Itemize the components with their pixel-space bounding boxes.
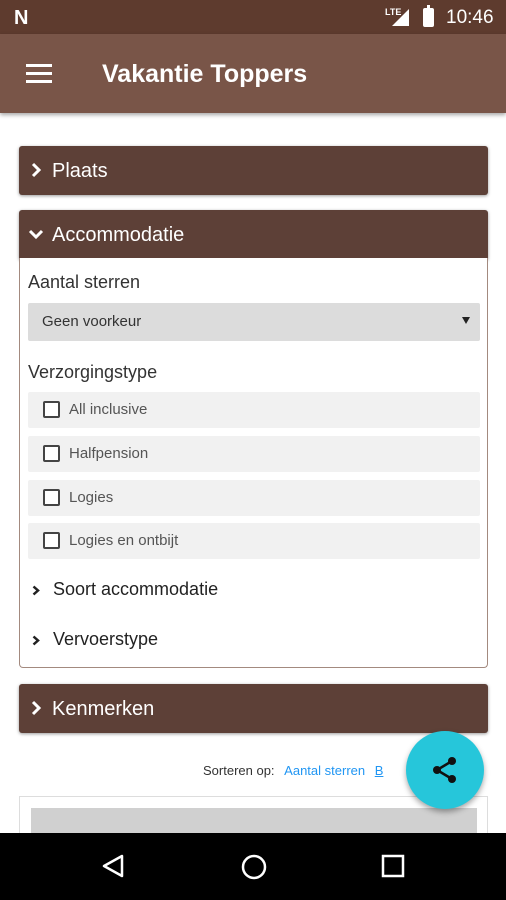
toggle-label: Vervoerstype xyxy=(53,629,159,649)
panel-header-accommodatie[interactable]: Accommodatie xyxy=(19,210,488,259)
panel-label: Accommodatie xyxy=(52,224,185,246)
checkbox-row-logies-en-ontbijt[interactable]: Logies en ontbijt xyxy=(28,523,480,559)
stars-select-value: Geen voorkeur xyxy=(42,313,142,330)
sort-label: Sorteren op: xyxy=(203,763,275,778)
app-bar: Vakantie Toppers xyxy=(0,34,506,113)
toggle-label: Soort accommodatie xyxy=(53,579,219,599)
panel-header-plaats[interactable]: Plaats xyxy=(19,146,488,195)
app-title: Vakantie Toppers xyxy=(102,60,308,88)
sort-option-b[interactable]: B xyxy=(375,763,384,778)
clock: 10:46 xyxy=(446,7,494,28)
checkbox-row-all-inclusive[interactable]: All inclusive xyxy=(28,392,480,428)
chevron-right-icon xyxy=(31,162,42,178)
status-bar: N LTE 10:46 xyxy=(0,0,506,34)
notification-n-icon: N xyxy=(14,7,29,29)
menu-icon[interactable] xyxy=(26,64,52,84)
sort-option-stars[interactable]: Aantal sterren xyxy=(284,763,365,778)
panel-header-kenmerken[interactable]: Kenmerken xyxy=(19,684,488,733)
chevron-right-icon xyxy=(32,585,40,596)
home-icon[interactable] xyxy=(240,853,268,881)
accommodatie-panel-body: Aantal sterren Geen voorkeur Verzorgings… xyxy=(19,258,488,668)
sort-row: Sorteren op: Aantal sterren B xyxy=(203,763,383,778)
checkbox-label: Logies xyxy=(69,489,114,506)
checkbox[interactable] xyxy=(43,401,60,418)
checkbox-label: Logies en ontbijt xyxy=(69,532,179,549)
system-nav-bar xyxy=(0,833,506,900)
checkbox[interactable] xyxy=(43,445,60,462)
board-label: Verzorgingstype xyxy=(28,362,158,382)
recents-icon[interactable] xyxy=(380,853,406,879)
checkbox-row-halfpension[interactable]: Halfpension xyxy=(28,436,480,472)
share-button[interactable] xyxy=(406,731,484,809)
chevron-down-icon xyxy=(28,229,44,240)
battery-icon xyxy=(423,5,434,27)
checkbox-label: All inclusive xyxy=(69,401,148,418)
stars-label: Aantal sterren xyxy=(28,272,141,292)
chevron-right-icon xyxy=(31,700,42,716)
share-icon xyxy=(433,757,456,783)
toggle-soort-accommodatie[interactable]: Soort accommodatie xyxy=(28,576,480,606)
panel-label: Plaats xyxy=(52,160,108,182)
signal-icon xyxy=(392,9,409,26)
back-icon[interactable] xyxy=(100,853,126,879)
stars-select[interactable]: Geen voorkeur xyxy=(28,303,480,341)
checkbox-label: Halfpension xyxy=(69,445,149,462)
checkbox[interactable] xyxy=(43,532,60,549)
toggle-vervoerstype[interactable]: Vervoerstype xyxy=(28,626,480,656)
checkbox-row-logies[interactable]: Logies xyxy=(28,480,480,516)
chevron-right-icon xyxy=(32,635,40,646)
panel-label: Kenmerken xyxy=(52,698,155,720)
checkbox[interactable] xyxy=(43,489,60,506)
dropdown-arrow-icon xyxy=(462,317,470,324)
